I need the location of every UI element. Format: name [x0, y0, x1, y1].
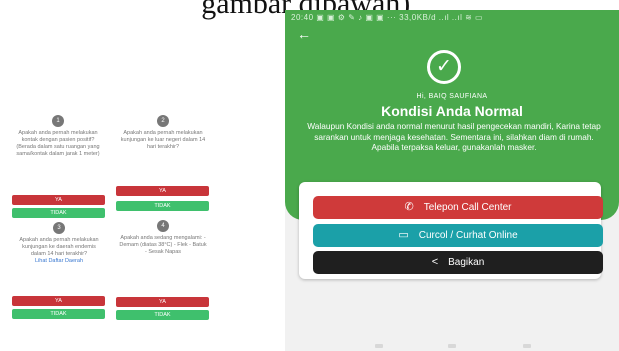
- question-number: 2: [157, 115, 169, 127]
- back-arrow-icon[interactable]: ←: [297, 26, 311, 42]
- tidak-button-4[interactable]: TIDAK: [116, 310, 209, 320]
- back-nav-icon[interactable]: [523, 344, 531, 348]
- navigation-bar: [285, 341, 619, 351]
- phone-screen: 20:40 ▣ ▣ ⚙ ✎ ♪ ▣ ▣ ··· 33,0KB/d ..ıl ..…: [285, 10, 619, 351]
- question-number: 3: [53, 222, 65, 234]
- bagikan-button[interactable]: < Bagikan: [313, 251, 603, 274]
- curcol-curhat-online-button[interactable]: ▭ Curcol / Curhat Online: [313, 224, 603, 247]
- phone-icon: ✆: [404, 201, 414, 213]
- question-text: Apakah anda pernah melakukan kunjungan k…: [120, 130, 206, 150]
- question-number: 1: [52, 115, 64, 127]
- result-title: Kondisi Anda Normal: [381, 103, 523, 119]
- question-text: Apakah anda pernah melakukan kunjungan k…: [19, 237, 99, 257]
- chat-icon: ▭: [398, 229, 409, 241]
- ya-button-4[interactable]: YA: [116, 297, 209, 307]
- question-number: 4: [157, 220, 169, 232]
- tidak-button-3[interactable]: TIDAK: [12, 309, 105, 319]
- ya-button-3[interactable]: YA: [12, 296, 105, 306]
- screening-questions: 1 Apakah anda pernah melakukan kontak de…: [0, 100, 272, 351]
- lihat-daftar-daerah-link[interactable]: Lihat Daftar Daerah: [14, 258, 104, 265]
- question-2: 2 Apakah anda pernah melakukan kunjungan…: [118, 115, 208, 151]
- question-4: 4 Apakah anda sedang mengalami: - Demam …: [118, 220, 208, 256]
- recent-apps-icon[interactable]: [375, 344, 383, 348]
- button-label: Telepon Call Center: [423, 202, 512, 213]
- button-label: Bagikan: [448, 257, 485, 268]
- telepon-call-center-button[interactable]: ✆ Telepon Call Center: [313, 196, 603, 219]
- tidak-button-2[interactable]: TIDAK: [116, 201, 209, 211]
- check-circle-icon: ✓: [427, 50, 461, 84]
- tidak-button-1[interactable]: TIDAK: [12, 208, 105, 218]
- share-icon: <: [431, 256, 439, 268]
- action-card: ✆ Telepon Call Center ▭ Curcol / Curhat On…: [299, 182, 603, 279]
- button-label: Curcol / Curhat Online: [418, 230, 518, 241]
- greeting-text: Hi, BAIQ SAUFIANA: [416, 93, 488, 100]
- question-text: Apakah anda pernah melakukan kontak deng…: [16, 130, 100, 157]
- question-3: 3 Apakah anda pernah melakukan kunjungan…: [14, 222, 104, 265]
- question-1: 1 Apakah anda pernah melakukan kontak de…: [16, 115, 100, 158]
- home-icon[interactable]: [448, 344, 456, 348]
- ya-button-1[interactable]: YA: [12, 195, 105, 205]
- question-text: Apakah anda sedang mengalami: - Demam (d…: [119, 235, 207, 255]
- status-bar: 20:40 ▣ ▣ ⚙ ✎ ♪ ▣ ▣ ··· 33,0KB/d ..ıl ..…: [291, 13, 484, 22]
- ya-button-2[interactable]: YA: [116, 186, 209, 196]
- result-message: Walaupun Kondisi anda normal menurut has…: [307, 121, 601, 152]
